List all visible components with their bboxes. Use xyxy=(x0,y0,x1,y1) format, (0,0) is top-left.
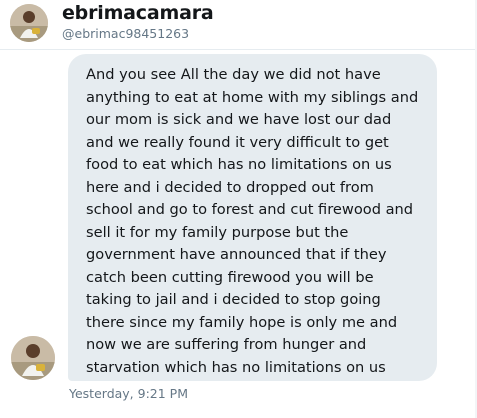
header-avatar[interactable] xyxy=(10,4,48,42)
avatar-photo-icon xyxy=(10,4,48,42)
avatar-photo-icon xyxy=(11,336,55,380)
user-handle[interactable]: @ebrimac98451263 xyxy=(62,26,189,41)
display-name[interactable]: ebrimacamara xyxy=(62,2,214,24)
conversation-header: ebrimacamara @ebrimac98451263 xyxy=(0,0,477,50)
message-timestamp: Yesterday, 9:21 PM xyxy=(69,386,188,401)
message-avatar[interactable] xyxy=(11,336,55,380)
message-bubble[interactable]: And you see All the day we did not have … xyxy=(68,54,437,381)
